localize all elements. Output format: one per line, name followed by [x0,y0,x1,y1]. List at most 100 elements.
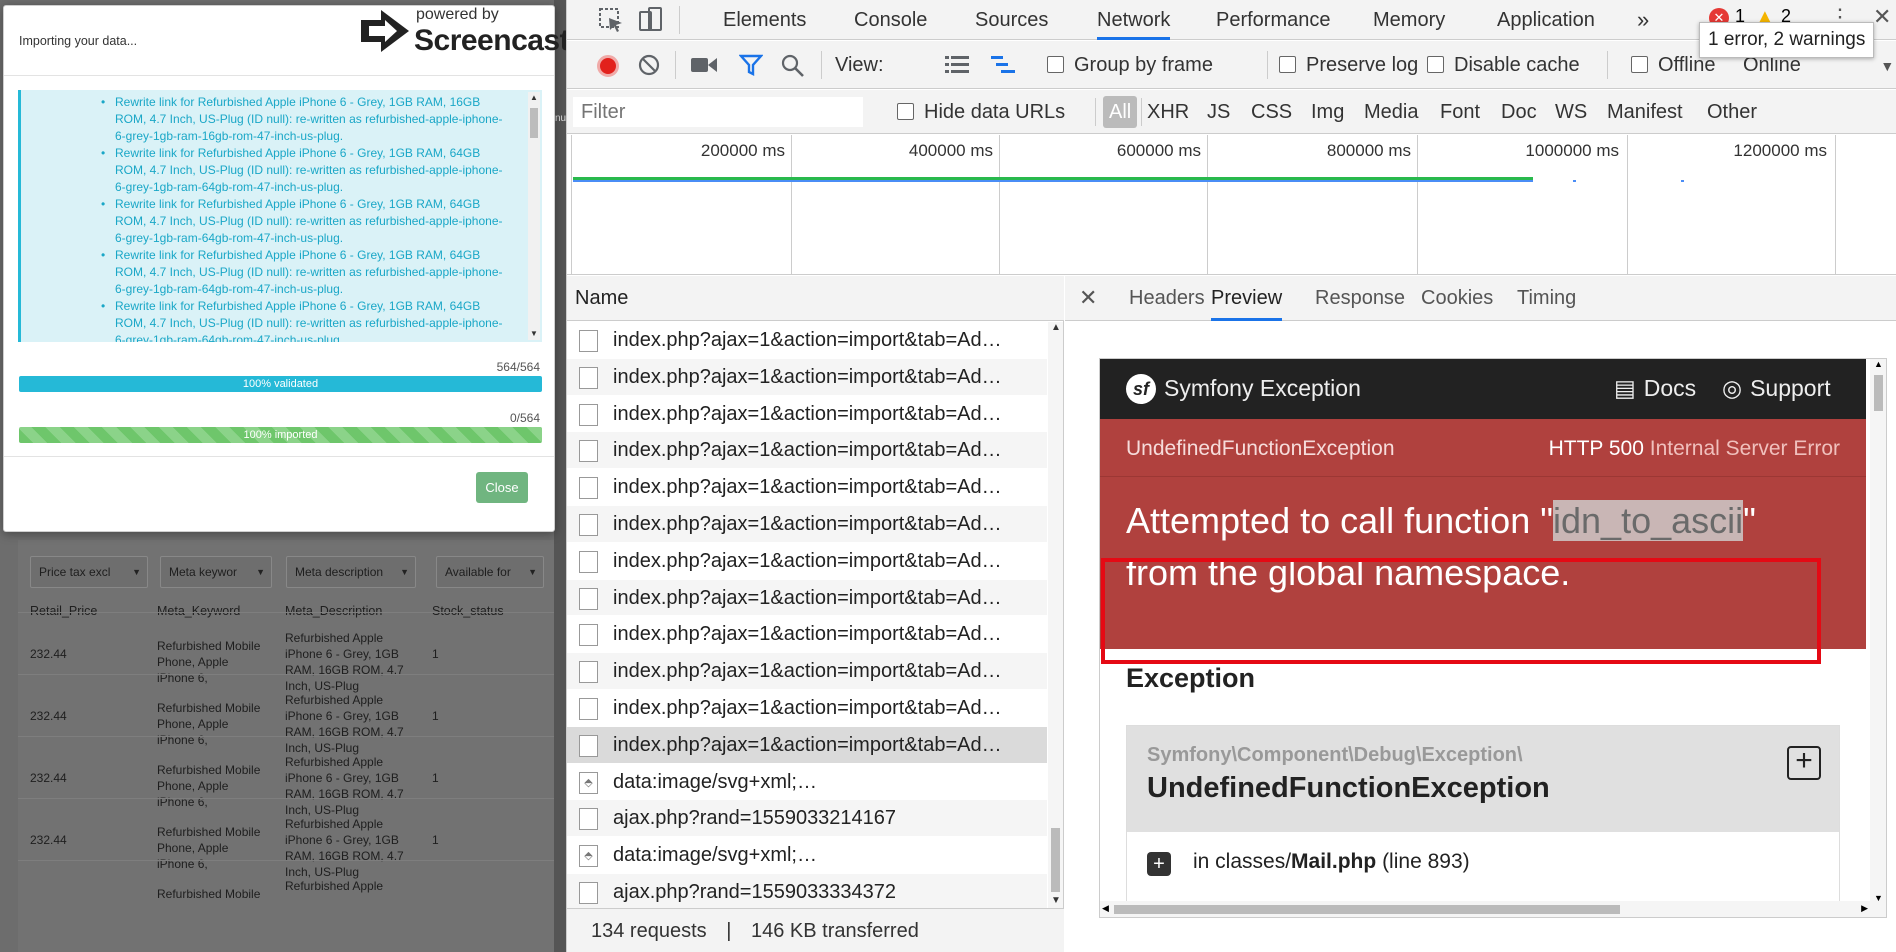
scroll-down-icon[interactable]: ▼ [528,328,540,340]
filter-type-img[interactable]: Img [1311,90,1344,134]
timeline-bar [573,180,1533,182]
tab-memory[interactable]: Memory [1373,0,1445,40]
response-preview[interactable]: sf Symfony Exception ▤ Docs ◎ Support Unde… [1099,358,1887,918]
request-row[interactable]: ajax.php?rand=1559033334372 [567,873,1047,908]
request-row[interactable]: index.php?ajax=1&action=import&tab=Ad… [567,322,1047,359]
scroll-left-icon[interactable]: ◀ [1102,903,1109,914]
caret-down-icon: ▼ [1880,58,1895,74]
filter-type-css[interactable]: CSS [1251,90,1292,134]
tab-sources[interactable]: Sources [975,0,1048,40]
preserve-log-checkbox[interactable]: Preserve log [1279,41,1418,89]
scroll-up-icon[interactable]: ▲ [1874,359,1883,369]
filter-icon[interactable] [739,54,763,76]
filter-type-doc[interactable]: Doc [1501,90,1537,134]
close-devtools-icon[interactable]: ✕ [1873,4,1891,30]
device-toolbar-icon[interactable] [637,6,665,34]
request-row[interactable]: index.php?ajax=1&action=import&tab=Ad… [567,543,1047,580]
cell-meta-keyword: Refurbished Mobile [157,763,261,777]
request-row[interactable]: ajax.php?rand=1559033214167 [567,800,1047,838]
filter-type-other[interactable]: Other [1707,90,1757,134]
gridline [999,135,1000,275]
tab-headers[interactable]: Headers [1129,276,1205,321]
hide-data-urls-checkbox[interactable]: Hide data URLs [897,90,1065,134]
preview-horizontal-scrollbar[interactable]: ◀ ▶ [1100,901,1886,917]
request-list-scrollbar[interactable]: ▲ ▼ [1048,322,1063,908]
column-select-2[interactable]: Meta keywor ▼ [160,556,272,588]
cell-meta-description: Refurbished Apple [285,879,384,893]
tab-cookies[interactable]: Cookies [1421,276,1493,321]
tab-performance[interactable]: Performance [1216,0,1331,40]
timeline-bar [1573,180,1576,182]
import-log[interactable]: • Rewrite link for Refurbished Apple iPho… [18,90,542,342]
checkbox-label: Group by frame [1074,54,1213,76]
request-row[interactable]: index.php?ajax=1&action=import&tab=Ad… [567,469,1047,506]
request-list-panel: Name index.php?ajax=1&action=import&tab=… [567,276,1064,952]
request-name: ajax.php?rand=1559033214167 [613,807,897,830]
tab-timing[interactable]: Timing [1517,276,1576,321]
filter-type-font[interactable]: Font [1440,90,1480,134]
request-row[interactable]: index.php?ajax=1&action=import&tab=Ad… [567,579,1047,617]
tab-preview[interactable]: Preview [1211,276,1283,321]
request-row[interactable]: index.php?ajax=1&action=import&tab=Ad… [567,653,1047,690]
scroll-thumb[interactable] [1874,375,1883,411]
request-row[interactable]: ⬘ data:image/svg+xml;… [567,764,1047,801]
filter-type-media[interactable]: Media [1364,90,1418,134]
filter-input[interactable] [573,97,863,127]
log-item: • Rewrite link for Refurbished Apple iPho… [21,145,531,196]
filter-type-xhr[interactable]: XHR [1147,90,1189,134]
request-row[interactable]: ⬘ data:image/svg+xml;… [567,837,1047,874]
transferred-size: 146 KB transferred [750,920,919,942]
tab-network[interactable]: Network [1097,0,1171,40]
close-button[interactable]: Close [476,472,528,503]
tab-application[interactable]: Application [1497,0,1595,40]
request-row[interactable]: index.php?ajax=1&action=import&tab=Ad… [567,726,1047,764]
name-column-header[interactable]: Name [567,276,1064,321]
request-row[interactable]: index.php?ajax=1&action=import&tab=Ad… [567,690,1047,727]
preview-vertical-scrollbar[interactable]: ▲ ▼ [1870,359,1886,903]
network-overview[interactable]: 200000 ms 400000 ms 600000 ms 800000 ms … [567,135,1896,275]
expand-icon[interactable]: + [1787,746,1821,780]
record-button[interactable] [597,55,619,77]
request-row[interactable]: index.php?ajax=1&action=import&tab=Ad… [567,505,1047,543]
scroll-up-icon[interactable]: ▲ [528,92,540,104]
scroll-right-icon[interactable]: ▶ [1861,903,1868,914]
cell-retail-price: 232.44 [30,771,67,785]
filter-type-ws[interactable]: WS [1555,90,1587,134]
capture-screenshots-icon[interactable] [691,55,717,75]
request-row[interactable]: index.php?ajax=1&action=import&tab=Ad… [567,396,1047,433]
expand-trace-icon[interactable]: + [1147,852,1171,876]
log-item: • Rewrite link for Refurbished Apple iPho… [21,298,531,342]
request-row[interactable]: index.php?ajax=1&action=import&tab=Ad… [567,432,1047,470]
column-select-label: Price tax excl [39,565,111,579]
gridline [1207,135,1208,275]
tab-response[interactable]: Response [1315,276,1405,321]
request-row[interactable]: index.php?ajax=1&action=import&tab=Ad… [567,616,1047,654]
filter-type-js[interactable]: JS [1207,90,1230,134]
column-select-4[interactable]: Available for ▼ [436,556,544,588]
scroll-thumb[interactable] [1114,905,1620,914]
column-select-1[interactable]: Price tax excl ▼ [30,556,148,588]
group-by-frame-checkbox[interactable]: Group by frame [1047,41,1213,89]
tab-elements[interactable]: Elements [723,0,806,40]
request-row[interactable]: index.php?ajax=1&action=import&tab=Ad… [567,358,1047,396]
waterfall-icon[interactable] [991,55,1015,75]
tab-console[interactable]: Console [854,0,927,40]
filter-type-manifest[interactable]: Manifest [1607,90,1683,134]
close-details-icon[interactable]: ✕ [1079,276,1097,321]
support-link[interactable]: ◎ Support [1722,359,1831,417]
scroll-thumb[interactable] [530,108,538,138]
scroll-thumb[interactable] [1051,828,1060,892]
scroll-down-icon[interactable]: ▼ [1051,895,1061,906]
log-scrollbar[interactable]: ▲ ▼ [528,92,540,340]
scroll-up-icon[interactable]: ▲ [1051,322,1061,333]
disable-cache-checkbox[interactable]: Disable cache [1427,41,1580,89]
docs-link[interactable]: ▤ Docs [1614,359,1696,417]
inspect-element-icon[interactable] [597,6,625,34]
large-rows-icon[interactable] [945,55,969,75]
more-tabs-button[interactable]: » [1637,0,1649,40]
request-name: index.php?ajax=1&action=import&tab=Ad… [613,660,1002,683]
column-select-3[interactable]: Meta description ▼ [286,556,416,588]
filter-type-all[interactable]: All [1103,96,1138,128]
search-icon[interactable] [781,54,805,78]
clear-icon[interactable] [637,53,661,77]
